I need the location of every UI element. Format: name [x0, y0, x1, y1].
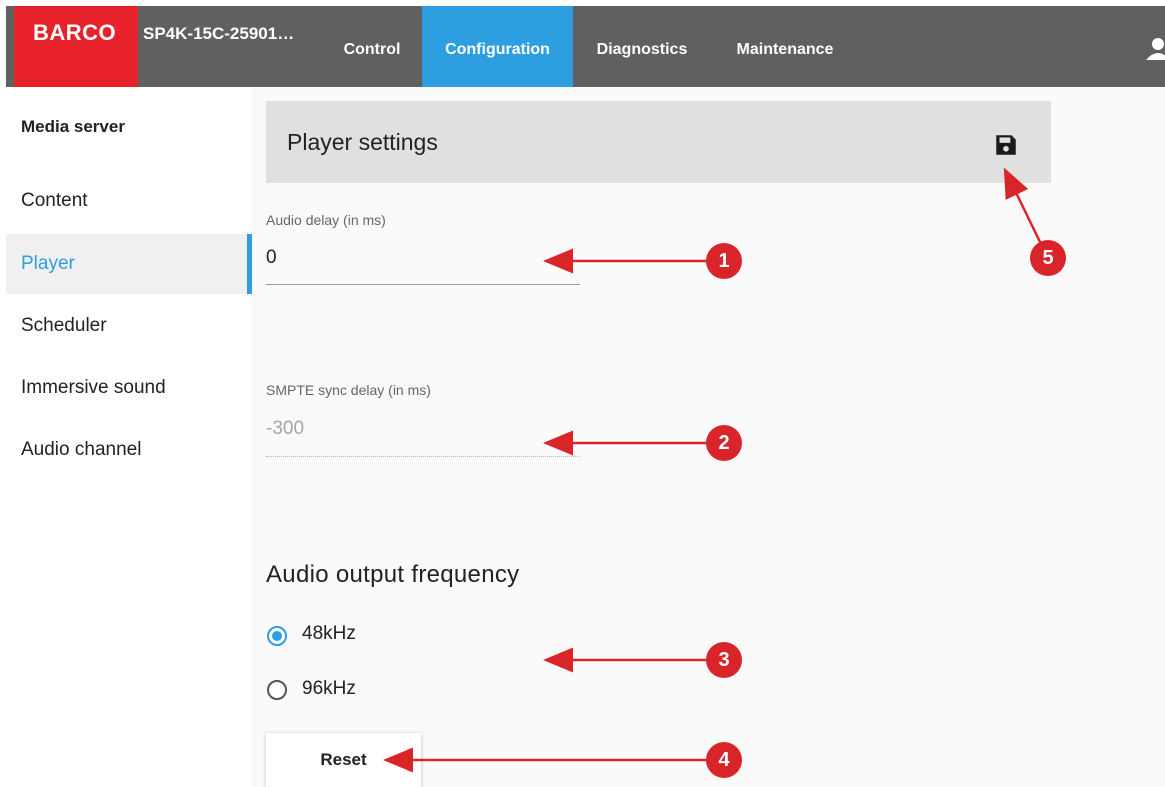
callout-badge-1: 1: [706, 243, 742, 279]
callout-badge-5: 5: [1030, 240, 1066, 276]
callout-badge-2: 2: [706, 425, 742, 461]
callout-badge-4: 4: [706, 742, 742, 778]
callout-5-arrow: [1003, 167, 1043, 245]
callout-badge-3: 3: [706, 642, 742, 678]
callout-arrows: [383, 167, 1043, 773]
